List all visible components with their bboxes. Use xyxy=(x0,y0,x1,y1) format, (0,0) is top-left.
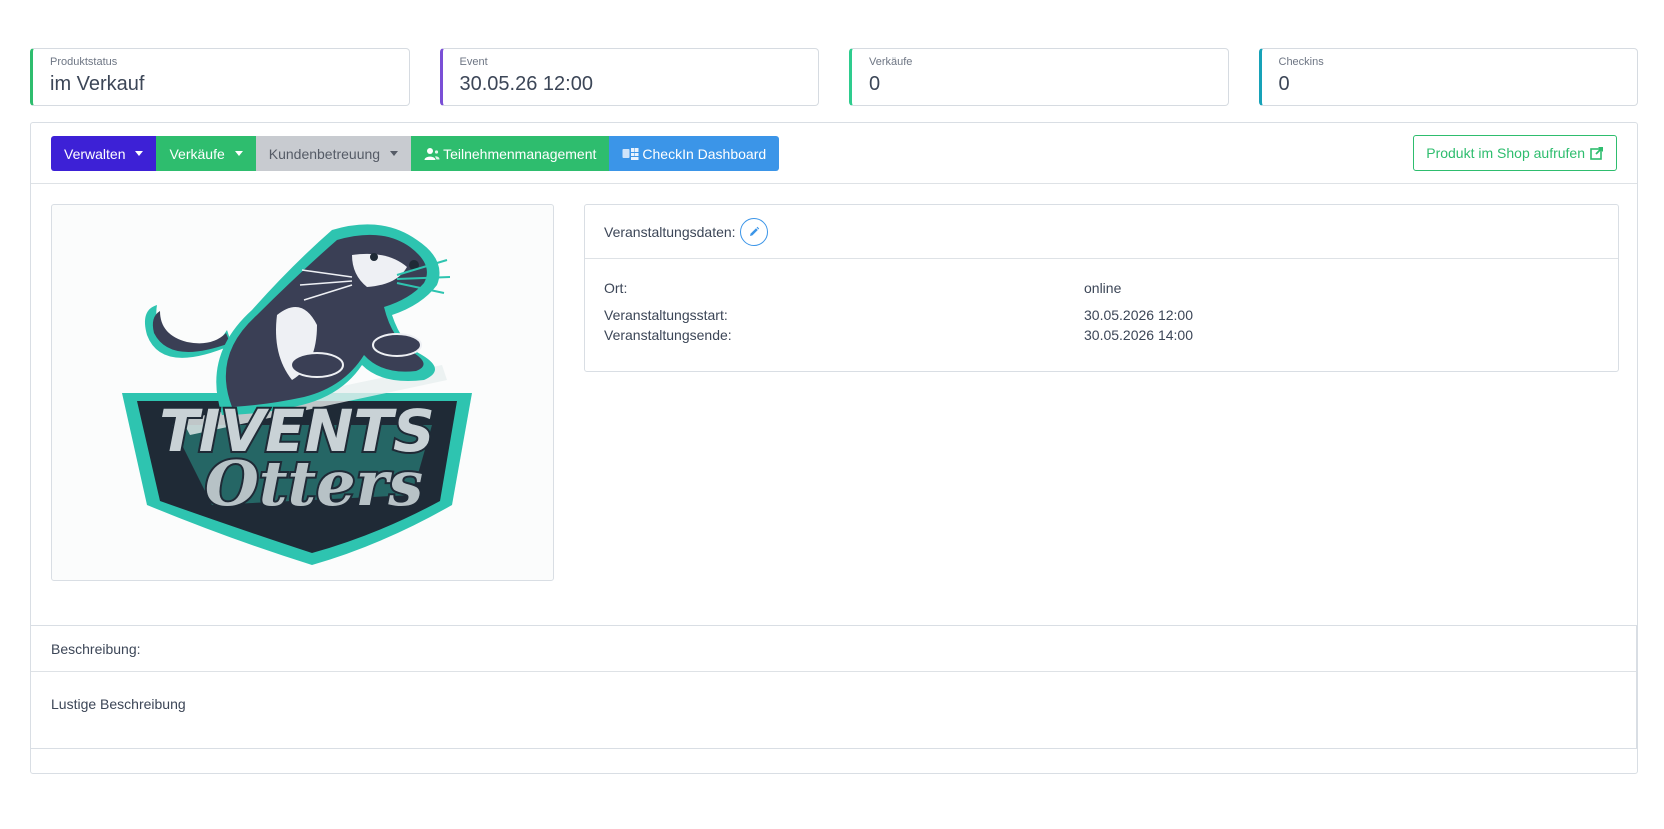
veranstaltungsdaten-card: Veranstaltungsdaten: Ort: online Veranst… xyxy=(584,204,1619,372)
stat-label: Produktstatus xyxy=(50,56,118,68)
product-image: TIVENTS Otters xyxy=(51,204,554,581)
checkin-dashboard-button[interactable]: CheckIn Dashboard xyxy=(609,136,780,171)
kundenbetreuung-dropdown-button[interactable]: Kundenbetreuung xyxy=(255,136,412,171)
stat-value: 0 xyxy=(869,73,881,95)
external-link-icon xyxy=(1590,146,1604,160)
caret-down-icon xyxy=(234,151,243,156)
stat-checkins: Checkins 0 xyxy=(1258,48,1638,106)
ort-value: online xyxy=(1084,280,1122,296)
dashboard-icon xyxy=(622,147,639,160)
product-panel: Verwalten Verkäufe Kundenbetreuung Teiln… xyxy=(30,122,1638,774)
stat-value: 30.05.26 12:00 xyxy=(459,73,593,95)
ort-label: Ort: xyxy=(604,280,628,296)
teilnehmermanagement-label: Teilnehmenmanagement xyxy=(443,145,597,162)
logo-text-line2: Otters xyxy=(205,447,423,520)
action-button-group: Verwalten Verkäufe Kundenbetreuung Teiln… xyxy=(51,136,780,171)
beschreibung-text: Lustige Beschreibung xyxy=(51,696,186,712)
start-label: Veranstaltungsstart: xyxy=(604,307,728,323)
verkaeufe-dropdown-button[interactable]: Verkäufe xyxy=(156,136,256,171)
kundenbetreuung-label: Kundenbetreuung xyxy=(268,145,381,162)
stat-value: 0 xyxy=(1278,73,1290,95)
stat-label: Verkäufe xyxy=(869,56,913,68)
stat-event: Event 30.05.26 12:00 xyxy=(439,48,819,106)
stat-verkaeufe: Verkäufe 0 xyxy=(849,48,1229,106)
verwalten-dropdown-button[interactable]: Verwalten xyxy=(51,136,157,171)
toolbar: Verwalten Verkäufe Kundenbetreuung Teiln… xyxy=(31,123,1637,184)
beschreibung-card: Beschreibung: Lustige Beschreibung xyxy=(31,625,1637,749)
veranstaltungsdaten-header: Veranstaltungsdaten: xyxy=(585,205,1618,259)
verkaeufe-label: Verkäufe xyxy=(169,145,225,162)
stats-row: Produktstatus im Verkauf Event 30.05.26 … xyxy=(30,48,1638,106)
edit-event-button[interactable] xyxy=(739,217,768,246)
end-label: Veranstaltungsende: xyxy=(604,327,732,343)
shop-button-label: Produkt im Shop aufrufen xyxy=(1426,145,1585,161)
produkt-im-shop-button[interactable]: Produkt im Shop aufrufen xyxy=(1413,135,1617,171)
caret-down-icon xyxy=(135,151,144,156)
caret-down-icon xyxy=(390,151,399,156)
checkin-dashboard-label: CheckIn Dashboard xyxy=(642,145,767,162)
stat-label: Checkins xyxy=(1278,56,1324,68)
verwalten-label: Verwalten xyxy=(64,145,126,162)
beschreibung-header: Beschreibung: xyxy=(31,626,1636,672)
users-icon xyxy=(424,147,440,160)
veranstaltungsdaten-title: Veranstaltungsdaten: xyxy=(604,223,736,240)
end-value: 30.05.2026 14:00 xyxy=(1084,327,1193,343)
teilnehmermanagement-button[interactable]: Teilnehmenmanagement xyxy=(411,136,610,171)
otter-logo-image: TIVENTS Otters xyxy=(74,211,532,576)
pencil-icon xyxy=(749,226,759,236)
stat-produktstatus: Produktstatus im Verkauf xyxy=(30,48,410,106)
start-value: 30.05.2026 12:00 xyxy=(1084,307,1193,323)
stat-label: Event xyxy=(459,56,488,68)
stat-value: im Verkauf xyxy=(50,73,145,95)
